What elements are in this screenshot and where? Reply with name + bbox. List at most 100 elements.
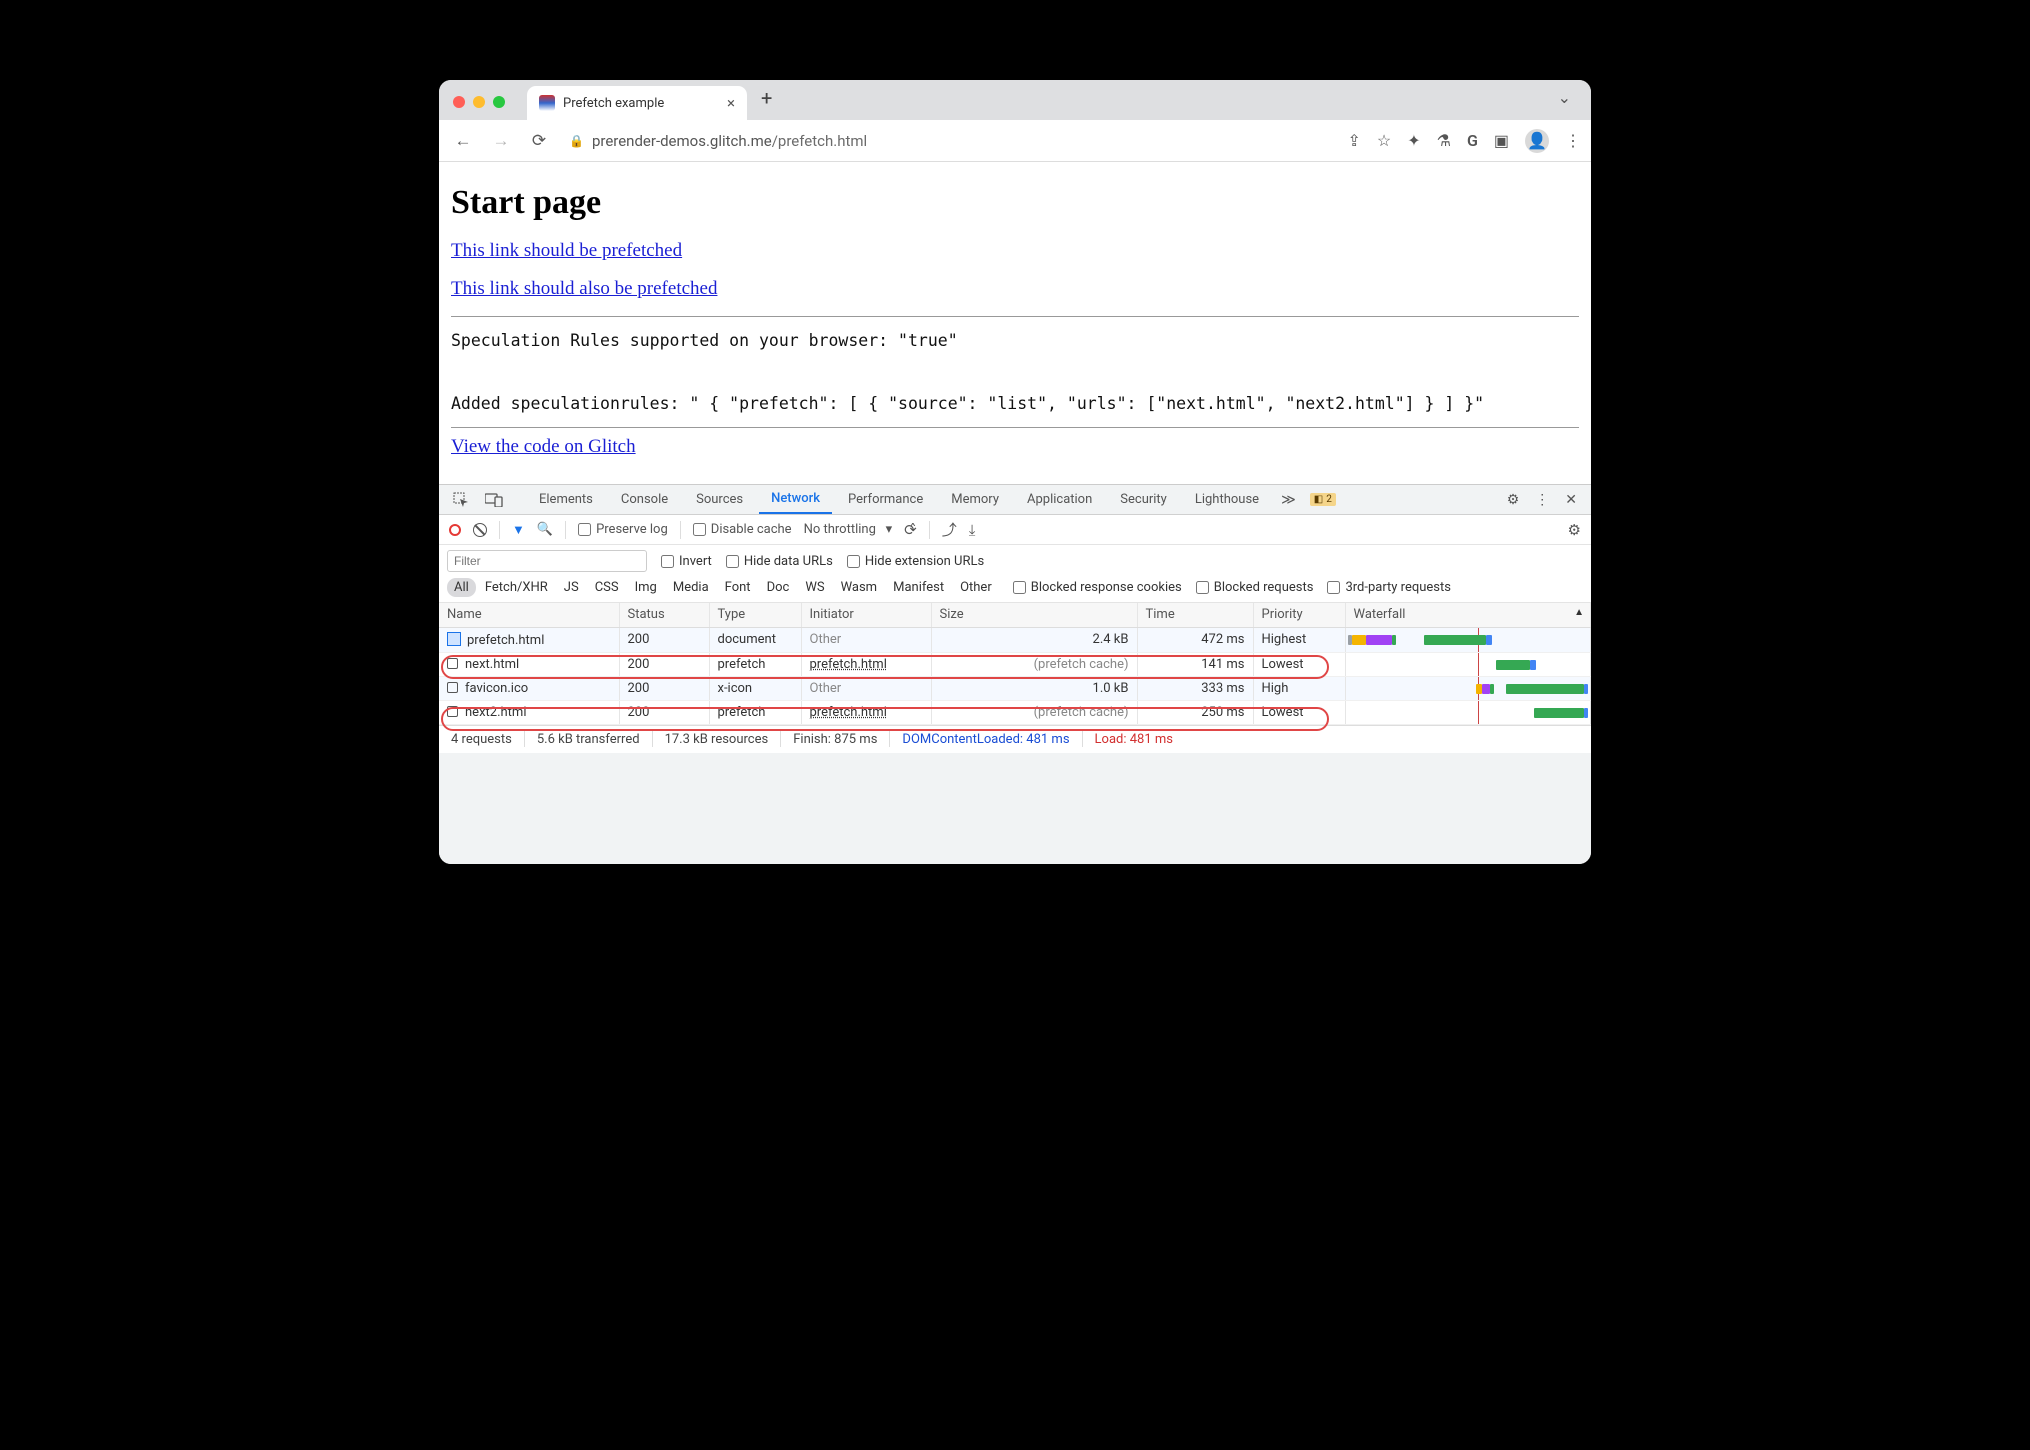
blocked-cookies-checkbox[interactable]: Blocked response cookies bbox=[1013, 580, 1182, 595]
tab-performance[interactable]: Performance bbox=[836, 485, 935, 514]
invert-checkbox[interactable]: Invert bbox=[661, 554, 712, 569]
tab-application[interactable]: Application bbox=[1015, 485, 1104, 514]
minimize-window-button[interactable] bbox=[473, 96, 485, 108]
waterfall-cell bbox=[1345, 652, 1591, 676]
col-name[interactable]: Name bbox=[439, 603, 619, 627]
cell-name: next2.html bbox=[439, 700, 619, 724]
network-conditions-icon[interactable]: ⟳̂ bbox=[904, 521, 917, 539]
tab-sources[interactable]: Sources bbox=[684, 485, 755, 514]
chip-other[interactable]: Other bbox=[953, 578, 999, 597]
devtools-menu-icon[interactable]: ⋮ bbox=[1529, 492, 1555, 508]
table-row[interactable]: prefetch.html200documentOther2.4 kB472 m… bbox=[439, 627, 1591, 652]
prefetch-link-2[interactable]: This link should also be prefetched bbox=[451, 278, 717, 300]
cell-status: 200 bbox=[619, 700, 709, 724]
table-row[interactable]: favicon.ico200x-iconOther1.0 kB333 msHig… bbox=[439, 676, 1591, 700]
address-bar[interactable]: 🔒 prerender-demos.glitch.me/prefetch.htm… bbox=[563, 132, 867, 150]
cell-initiator: prefetch.html bbox=[801, 652, 931, 676]
more-tabs-icon[interactable]: ≫ bbox=[1275, 492, 1302, 508]
search-icon[interactable]: 🔍 bbox=[537, 522, 553, 537]
cell-size: (prefetch cache) bbox=[931, 700, 1137, 724]
chip-doc[interactable]: Doc bbox=[760, 578, 797, 597]
table-header: Name Status Type Initiator Size Time Pri… bbox=[439, 603, 1591, 627]
warnings-badge[interactable]: ◧ 2 bbox=[1310, 493, 1336, 506]
col-status[interactable]: Status bbox=[619, 603, 709, 627]
file-icon bbox=[447, 658, 458, 669]
status-finish: Finish: 875 ms bbox=[793, 732, 877, 747]
cell-time: 472 ms bbox=[1137, 627, 1253, 652]
tab-lighthouse[interactable]: Lighthouse bbox=[1183, 485, 1271, 514]
chip-wasm[interactable]: Wasm bbox=[834, 578, 885, 597]
tab-close-icon[interactable]: × bbox=[727, 94, 735, 112]
chip-all[interactable]: All bbox=[447, 578, 476, 597]
maximize-window-button[interactable] bbox=[493, 96, 505, 108]
device-icon[interactable] bbox=[479, 493, 509, 507]
hide-data-urls-checkbox[interactable]: Hide data URLs bbox=[726, 554, 833, 569]
labs-icon[interactable]: ⚗ bbox=[1437, 131, 1451, 150]
bookmark-icon[interactable]: ☆ bbox=[1377, 131, 1391, 150]
cell-size: 2.4 kB bbox=[931, 627, 1137, 652]
google-icon[interactable]: G bbox=[1467, 131, 1478, 150]
browser-toolbar: ← → ⟳ 🔒 prerender-demos.glitch.me/prefet… bbox=[439, 120, 1591, 162]
filter-input[interactable] bbox=[447, 550, 647, 572]
col-initiator[interactable]: Initiator bbox=[801, 603, 931, 627]
extensions-icon[interactable]: ✦ bbox=[1407, 131, 1420, 150]
tab-memory[interactable]: Memory bbox=[939, 485, 1011, 514]
throttling-select[interactable]: No throttling ▾ bbox=[804, 522, 893, 537]
share-icon[interactable]: ⇪ bbox=[1347, 131, 1360, 150]
record-button[interactable] bbox=[449, 524, 461, 536]
tab-security[interactable]: Security bbox=[1108, 485, 1179, 514]
network-settings-icon[interactable]: ⚙ bbox=[1568, 521, 1581, 539]
tabs-menu-icon[interactable]: ⌄ bbox=[1558, 88, 1591, 113]
table-row[interactable]: next2.html200prefetchprefetch.html(prefe… bbox=[439, 700, 1591, 724]
menu-icon[interactable]: ⋮ bbox=[1565, 131, 1581, 150]
cell-priority: Highest bbox=[1253, 627, 1345, 652]
chip-ws[interactable]: WS bbox=[798, 578, 831, 597]
prefetch-link-1[interactable]: This link should be prefetched bbox=[451, 240, 682, 262]
chip-media[interactable]: Media bbox=[666, 578, 716, 597]
glitch-link[interactable]: View the code on Glitch bbox=[451, 436, 636, 458]
devtools-close-icon[interactable]: ✕ bbox=[1559, 492, 1583, 508]
col-time[interactable]: Time bbox=[1137, 603, 1253, 627]
col-priority[interactable]: Priority bbox=[1253, 603, 1345, 627]
disable-cache-checkbox[interactable]: Disable cache bbox=[693, 522, 792, 537]
back-button[interactable]: ← bbox=[449, 131, 477, 151]
close-window-button[interactable] bbox=[453, 96, 465, 108]
hide-extension-urls-checkbox[interactable]: Hide extension URLs bbox=[847, 554, 984, 569]
forward-button[interactable]: → bbox=[487, 131, 515, 151]
network-status-bar: 4 requests 5.6 kB transferred 17.3 kB re… bbox=[439, 725, 1591, 753]
chip-js[interactable]: JS bbox=[557, 578, 586, 597]
export-har-icon[interactable]: ⤴ bbox=[942, 519, 957, 540]
status-dcl: DOMContentLoaded: 481 ms bbox=[902, 732, 1069, 747]
chip-img[interactable]: Img bbox=[628, 578, 664, 597]
blocked-requests-checkbox[interactable]: Blocked requests bbox=[1196, 580, 1314, 595]
sidepanel-icon[interactable]: ▣ bbox=[1494, 131, 1509, 150]
devtools-panel: Elements Console Sources Network Perform… bbox=[439, 484, 1591, 864]
clear-button[interactable] bbox=[473, 523, 487, 537]
col-waterfall[interactable]: Waterfall▲ bbox=[1345, 603, 1591, 627]
filter-toggle-icon[interactable]: ▼ bbox=[512, 522, 525, 538]
chip-font[interactable]: Font bbox=[718, 578, 758, 597]
chip-fetch[interactable]: Fetch/XHR bbox=[478, 578, 555, 597]
import-har-icon[interactable]: ⤓ bbox=[969, 521, 976, 539]
new-tab-button[interactable]: + bbox=[747, 86, 786, 114]
chip-css[interactable]: CSS bbox=[588, 578, 626, 597]
tab-elements[interactable]: Elements bbox=[527, 485, 605, 514]
table-row[interactable]: next.html200prefetchprefetch.html(prefet… bbox=[439, 652, 1591, 676]
cell-initiator: Other bbox=[801, 676, 931, 700]
col-type[interactable]: Type bbox=[709, 603, 801, 627]
tab-network[interactable]: Network bbox=[759, 485, 832, 514]
inspect-icon[interactable] bbox=[447, 492, 475, 508]
browser-tab[interactable]: Prefetch example × bbox=[527, 86, 747, 120]
cell-priority: Lowest bbox=[1253, 652, 1345, 676]
cell-status: 200 bbox=[619, 652, 709, 676]
preserve-log-checkbox[interactable]: Preserve log bbox=[578, 522, 668, 537]
settings-icon[interactable]: ⚙ bbox=[1501, 492, 1526, 508]
network-table: Name Status Type Initiator Size Time Pri… bbox=[439, 603, 1591, 725]
cell-priority: Lowest bbox=[1253, 700, 1345, 724]
col-size[interactable]: Size bbox=[931, 603, 1137, 627]
third-party-checkbox[interactable]: 3rd-party requests bbox=[1327, 580, 1451, 595]
reload-button[interactable]: ⟳ bbox=[525, 131, 553, 151]
profile-avatar[interactable]: 👤 bbox=[1525, 129, 1549, 153]
chip-manifest[interactable]: Manifest bbox=[886, 578, 951, 597]
tab-console[interactable]: Console bbox=[609, 485, 680, 514]
